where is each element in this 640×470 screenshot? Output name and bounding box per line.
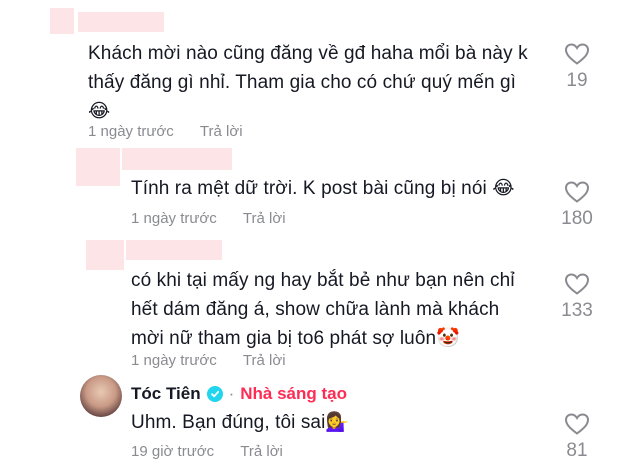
like-count: 133 (561, 300, 593, 321)
avatar-redacted (76, 148, 120, 186)
author-name[interactable]: Tóc Tiên (131, 384, 201, 404)
reply-button[interactable]: Trả lời (200, 123, 243, 140)
comment-meta: 1 ngày trước Trả lời (131, 210, 286, 227)
name-redacted (122, 148, 232, 170)
name-redacted (78, 12, 164, 32)
verified-icon (206, 386, 223, 402)
laughing-emoji: 😂 (492, 178, 515, 199)
comment-text: Uhm. Bạn đúng, tôi sai💁‍♀️ (131, 412, 350, 433)
name-redacted (126, 240, 222, 260)
reply-button[interactable]: Trả lời (243, 210, 286, 227)
like-count: 81 (566, 440, 588, 461)
comment-time: 19 giờ trước (131, 443, 215, 460)
like-count: 19 (566, 70, 588, 91)
heart-icon[interactable] (564, 412, 590, 436)
person-tipping-hand-emoji: 💁‍♀️ (325, 412, 350, 433)
reply-button[interactable]: Trả lời (243, 352, 286, 369)
comment-text: Khách mời nào cũng đăng về gđ haha mổi b… (88, 43, 528, 122)
comment-meta: 19 giờ trước Trả lời (131, 443, 283, 460)
clown-emoji: 🤡 (436, 328, 460, 349)
comment-time: 1 ngày trước (88, 123, 174, 140)
comment-text: Tính ra mệt dữ trời. K post bài cũng bị … (131, 178, 515, 199)
separator-dot: · (228, 384, 235, 403)
like-count: 180 (561, 208, 593, 229)
author-row: Tóc Tiên · Nhà sáng tạo (131, 384, 347, 404)
creator-badge: Nhà sáng tạo (240, 384, 348, 403)
reply-button[interactable]: Trả lời (240, 443, 283, 460)
laughing-emoji: 😂 (88, 101, 111, 122)
avatar-redacted (50, 8, 74, 34)
comment-time: 1 ngày trước (131, 210, 217, 227)
comment-meta: 1 ngày trước Trả lời (131, 352, 286, 369)
heart-icon[interactable] (564, 42, 590, 66)
comment-meta: 1 ngày trước Trả lời (88, 123, 243, 140)
comment-time: 1 ngày trước (131, 352, 217, 369)
avatar-redacted (86, 240, 124, 270)
comment-text: có khi tại mấy ng hay bắt bẻ như bạn nên… (131, 270, 515, 349)
avatar[interactable] (80, 375, 122, 417)
heart-icon[interactable] (564, 180, 590, 204)
heart-icon[interactable] (564, 272, 590, 296)
